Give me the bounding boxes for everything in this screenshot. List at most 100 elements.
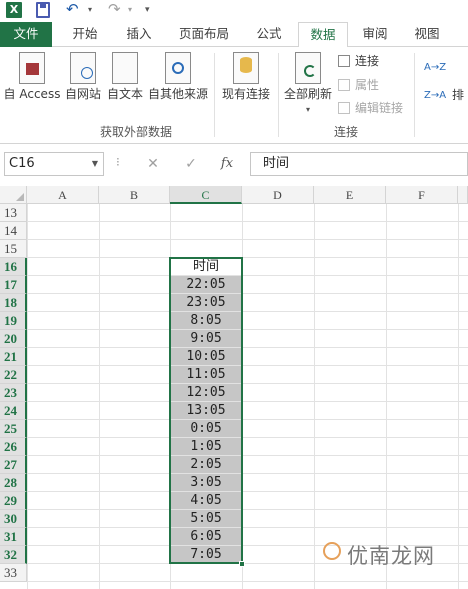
row-header-28[interactable]: 28 (0, 474, 27, 492)
gridline-horizontal (27, 527, 468, 528)
insert-function-button[interactable]: fx (216, 153, 238, 175)
sort-descending-button[interactable]: Z→A (424, 87, 446, 105)
redo-dropdown-icon[interactable]: ▾ (128, 2, 138, 18)
from-access-button[interactable]: 自 Access (3, 52, 61, 102)
row-header-21[interactable]: 21 (0, 348, 27, 366)
formula-bar-grip-icon[interactable]: ⁝ (116, 155, 120, 169)
name-box-dropdown-icon[interactable]: ▼ (92, 153, 98, 175)
tab-view[interactable]: 视图 (404, 22, 450, 47)
cell-c26[interactable]: 1:05 (170, 438, 242, 455)
cell-c21[interactable]: 10:05 (170, 348, 242, 365)
row-header-13[interactable]: 13 (0, 204, 27, 222)
row-header-20[interactable]: 20 (0, 330, 27, 348)
tab-page-layout[interactable]: 页面布局 (170, 22, 238, 47)
row-header-31[interactable]: 31 (0, 528, 27, 546)
tab-insert[interactable]: 插入 (114, 22, 164, 47)
row-header-30[interactable]: 30 (0, 510, 27, 528)
from-web-button[interactable]: 自网站 (64, 52, 102, 102)
row-header-25[interactable]: 25 (0, 420, 27, 438)
sort-ascending-button[interactable]: A→Z (424, 59, 446, 77)
web-icon (70, 52, 96, 84)
cell-c32[interactable]: 7:05 (170, 546, 242, 563)
formula-input[interactable]: 时间 (250, 152, 468, 176)
gridline-horizontal (27, 383, 468, 384)
text-file-icon (112, 52, 138, 84)
gridline-vertical (314, 204, 315, 589)
cell-c16-header[interactable]: 时间 (170, 258, 242, 275)
row-header-32[interactable]: 32 (0, 546, 27, 564)
gridline-horizontal (27, 293, 468, 294)
cell-c18[interactable]: 23:05 (170, 294, 242, 311)
row-header-22[interactable]: 22 (0, 366, 27, 384)
column-header-f[interactable]: F (386, 186, 458, 204)
refresh-all-button[interactable]: 全部刷新 ▾ (282, 52, 334, 118)
connections-button[interactable]: 连接 (338, 52, 379, 70)
other-sources-icon (165, 52, 191, 84)
cancel-icon[interactable]: ✕ (142, 153, 164, 175)
properties-button[interactable]: 属性 (338, 76, 379, 94)
cell-c17[interactable]: 22:05 (170, 276, 242, 293)
row-header-27[interactable]: 27 (0, 456, 27, 474)
cell-c20[interactable]: 9:05 (170, 330, 242, 347)
row-header-17[interactable]: 17 (0, 276, 27, 294)
column-header-c[interactable]: C (170, 186, 242, 204)
row-header-14[interactable]: 14 (0, 222, 27, 240)
cell-c25[interactable]: 0:05 (170, 420, 242, 437)
redo-icon[interactable]: ↷ (108, 2, 126, 18)
gridline-horizontal (27, 347, 468, 348)
existing-connections-button[interactable]: 现有连接 (220, 52, 272, 102)
column-header-d[interactable]: D (242, 186, 314, 204)
fill-handle[interactable] (239, 561, 245, 567)
from-text-button[interactable]: 自文本 (105, 52, 145, 102)
properties-icon (338, 79, 350, 91)
customize-qat-icon[interactable]: ▾ (145, 2, 155, 18)
tab-review[interactable]: 审阅 (352, 22, 398, 47)
tab-data[interactable]: 数据 (298, 22, 348, 48)
refresh-all-dropdown-icon[interactable]: ▾ (282, 102, 334, 118)
tab-home[interactable]: 开始 (60, 22, 110, 47)
row-header-33[interactable]: 33 (0, 564, 27, 582)
excel-logo-icon: X (6, 2, 22, 18)
edit-links-button[interactable]: 编辑链接 (338, 99, 403, 117)
save-icon[interactable] (36, 2, 50, 18)
select-all-button[interactable] (0, 186, 27, 204)
column-header-g[interactable] (458, 186, 468, 204)
tab-file[interactable]: 文件 (0, 22, 52, 47)
gridline-horizontal (27, 455, 468, 456)
cell-c23[interactable]: 12:05 (170, 384, 242, 401)
cell-c22[interactable]: 11:05 (170, 366, 242, 383)
cell-c19[interactable]: 8:05 (170, 312, 242, 329)
cell-c27[interactable]: 2:05 (170, 456, 242, 473)
cell-c24[interactable]: 13:05 (170, 402, 242, 419)
row-header-15[interactable]: 15 (0, 240, 27, 258)
row-header-19[interactable]: 19 (0, 312, 27, 330)
edit-links-label: 编辑链接 (355, 101, 404, 115)
gridline-horizontal (27, 419, 468, 420)
sort-button[interactable]: 排 (448, 87, 468, 103)
row-header-24[interactable]: 24 (0, 402, 27, 420)
column-header-e[interactable]: E (314, 186, 386, 204)
row-header-16[interactable]: 16 (0, 258, 27, 276)
cell-c29[interactable]: 4:05 (170, 492, 242, 509)
gridline-horizontal (27, 437, 468, 438)
row-header-29[interactable]: 29 (0, 492, 27, 510)
column-header-a[interactable]: A (27, 186, 99, 204)
row-header-18[interactable]: 18 (0, 294, 27, 312)
group-label-connections: 连接 (334, 125, 359, 139)
enter-icon[interactable]: ✓ (180, 153, 202, 175)
name-box[interactable]: C16 ▼ (4, 152, 104, 176)
from-other-sources-button[interactable]: 自其他来源 (147, 52, 209, 102)
undo-icon[interactable]: ↶ (66, 2, 84, 18)
cell-c30[interactable]: 5:05 (170, 510, 242, 527)
column-header-b[interactable]: B (99, 186, 170, 204)
tab-formulas[interactable]: 公式 (244, 22, 294, 47)
undo-dropdown-icon[interactable]: ▾ (88, 2, 98, 18)
gridline-vertical (27, 204, 28, 589)
worksheet-grid[interactable]: A B C D E F 13 14 15 16 时间 17 22:05 18 23:05 19 8:05 20 9:… (0, 186, 468, 589)
gridline-vertical (242, 204, 243, 589)
cell-c31[interactable]: 6:05 (170, 528, 242, 545)
cell-c28[interactable]: 3:05 (170, 474, 242, 491)
row-header-26[interactable]: 26 (0, 438, 27, 456)
row-header-23[interactable]: 23 (0, 384, 27, 402)
connections-icon (338, 55, 350, 67)
